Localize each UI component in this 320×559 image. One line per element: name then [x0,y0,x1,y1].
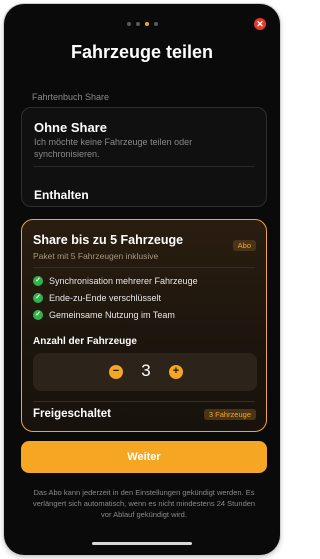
divider [33,401,255,402]
unlocked-label: Freigeschaltet [33,408,111,420]
no-share-option[interactable]: Ohne Share Ich möchte keine Fahrzeuge te… [21,107,267,207]
feature-label: Synchronisation mehrerer Fahrzeuge [49,276,198,286]
check-icon: ✓ [33,310,43,320]
divider [34,166,254,167]
vehicle-count-label: Anzahl der Fahrzeuge [33,336,137,347]
page-dot [126,22,131,26]
page-dot-active [144,22,149,26]
continue-button[interactable]: Weiter [21,441,267,473]
unlocked-badge: 3 Fahrzeuge [203,409,256,420]
no-share-description: Ich möchte keine Fahrzeuge teilen oder s… [34,137,193,159]
home-indicator [92,542,192,545]
share-abo-option[interactable]: Share bis zu 5 Fahrzeuge Paket mit 5 Fah… [21,219,267,432]
close-icon[interactable]: ✕ [254,18,266,30]
vehicle-count-stepper: − 3 + [33,353,257,391]
disclaimer-text: Das Abo kann jederzeit in den Einstellun… [32,488,256,519]
included-label: Enthalten [34,188,89,202]
page-title: Fahrzeuge teilen [70,42,214,62]
feature-item: ✓ Gemeinsame Nutzung im Team [33,310,175,320]
decrement-button[interactable]: − [109,365,123,379]
feature-label: Gemeinsame Nutzung im Team [49,310,175,320]
abo-subtitle: Paket mit 5 Fahrzeugen inklusive [33,251,159,261]
page-dot [135,22,140,26]
check-icon: ✓ [33,293,43,303]
page-indicator [4,22,280,26]
vehicle-count-value: 3 [141,361,151,380]
abo-badge: Abo [232,240,256,251]
feature-item: ✓ Synchronisation mehrerer Fahrzeuge [33,276,198,286]
feature-label: Ende-zu-Ende verschlüsselt [49,293,162,303]
abo-title: Share bis zu 5 Fahrzeuge [33,233,184,247]
page-dot [153,22,158,26]
no-share-title: Ohne Share [34,120,107,135]
increment-button[interactable]: + [169,365,183,379]
section-label: Fahrtenbuch Share [32,92,110,102]
divider [33,267,255,268]
app-screen: ✕ Fahrzeuge teilen Fahrtenbuch Share Ohn… [4,4,280,555]
check-icon: ✓ [33,276,43,286]
feature-item: ✓ Ende-zu-Ende verschlüsselt [33,293,161,303]
